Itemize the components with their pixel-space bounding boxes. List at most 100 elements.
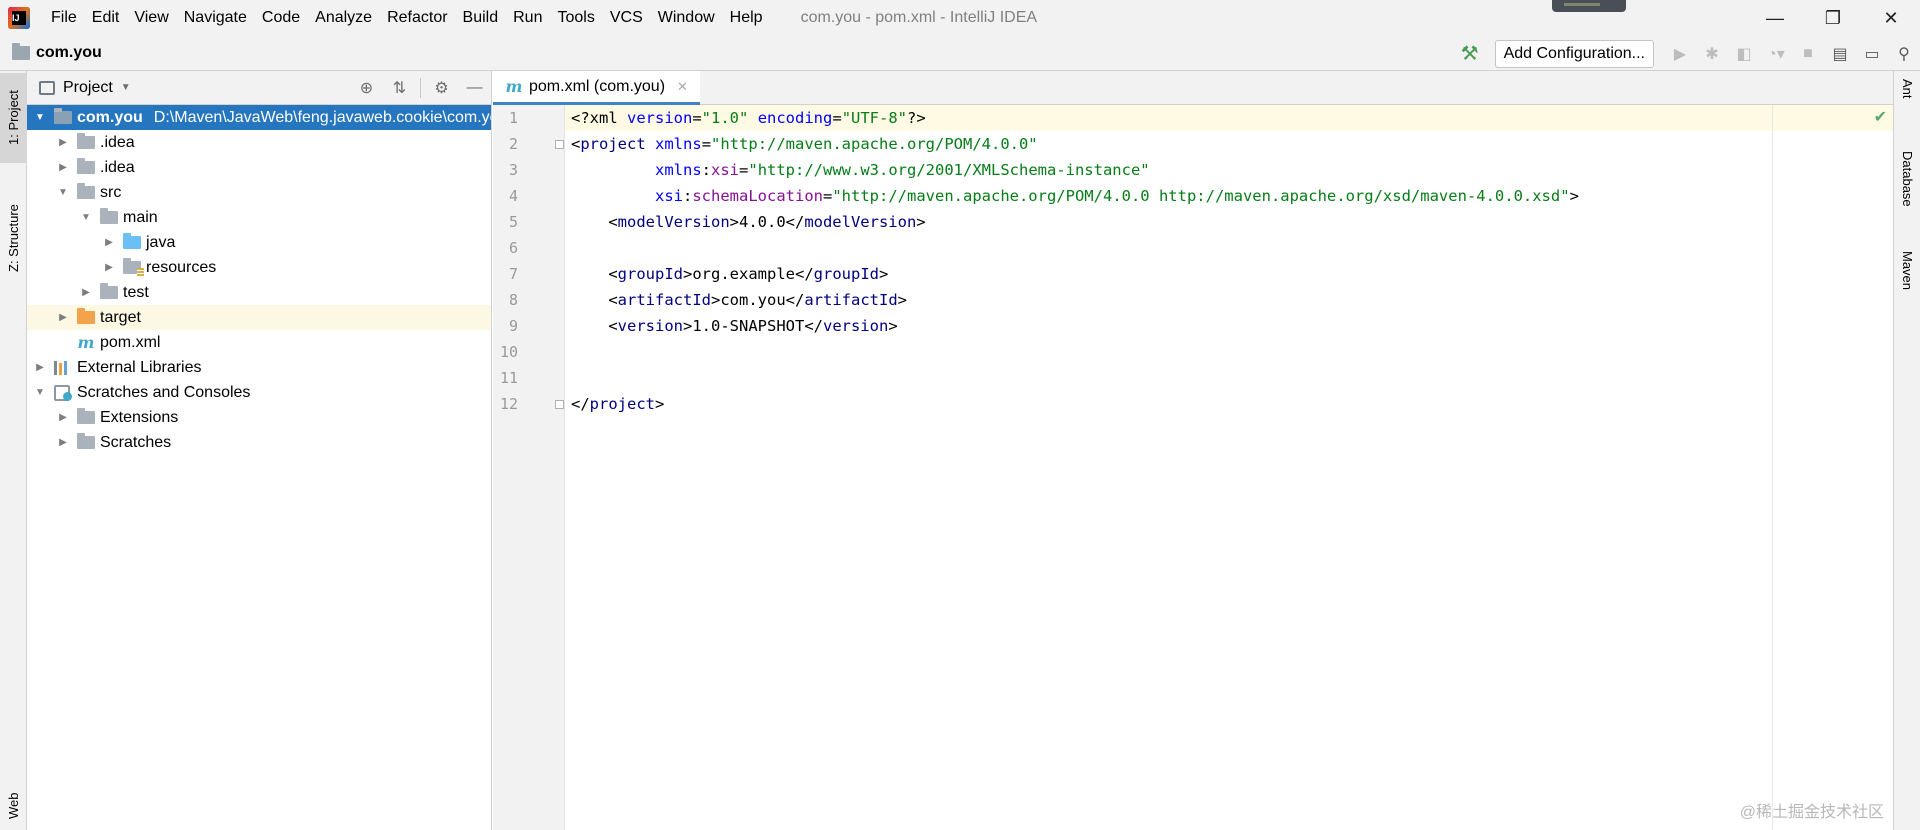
coverage-icon[interactable]: ◧	[1728, 40, 1760, 68]
chevron-right-icon[interactable]: ▶	[56, 411, 70, 425]
menu-vcs[interactable]: VCS	[603, 0, 651, 36]
code-editor[interactable]: 1 2 3 4 5 6 7 8 9 10 11 12 <?xml version="1.0" enco…	[493, 105, 1893, 830]
maven-file-icon: m	[77, 333, 95, 352]
profile-icon[interactable]: ◔▾	[1760, 40, 1792, 68]
tree-item-target[interactable]: ▶ target	[27, 305, 491, 330]
tool-tab-ant[interactable]: Ant	[1894, 79, 1920, 139]
tree-item-test[interactable]: ▶ test	[27, 280, 491, 305]
add-configuration-button[interactable]: Add Configuration...	[1494, 39, 1654, 68]
tree-item-label: src	[100, 183, 122, 201]
chevron-right-icon[interactable]: ▶	[102, 236, 116, 250]
code-line[interactable]: ​	[571, 339, 1579, 365]
line-number: 6	[508, 239, 518, 257]
search-icon[interactable]: ⚲	[1888, 40, 1920, 68]
tree-item-main[interactable]: ▼ main	[27, 205, 491, 230]
menu-file[interactable]: File	[44, 0, 85, 36]
tree-item-pom-xml[interactable]: m pom.xml	[27, 330, 491, 355]
menu-navigate[interactable]: Navigate	[177, 0, 255, 36]
gear-icon[interactable]: ⚙	[425, 71, 458, 105]
tree-item-idea[interactable]: ▶ .idea	[27, 130, 491, 155]
menu-build[interactable]: Build	[456, 0, 507, 36]
code-line[interactable]: xsi:schemaLocation="http://maven.apache.…	[571, 183, 1579, 209]
title-bar: IJ File Edit View Navigate Code Analyze Refact…	[0, 0, 1920, 36]
tool-tab-web[interactable]: Web	[0, 786, 27, 826]
chevron-right-icon[interactable]: ▶	[56, 136, 70, 150]
line-number: 9	[508, 317, 518, 335]
tree-item-label: java	[146, 233, 176, 251]
code-line[interactable]: <project xmlns="http://maven.apache.org/…	[571, 131, 1579, 157]
code-line[interactable]: <?xml version="1.0" encoding="UTF-8"?>	[571, 105, 1579, 131]
tool-tab-database[interactable]: Database	[1894, 151, 1920, 241]
chevron-right-icon[interactable]: ▶	[102, 261, 116, 275]
toolbar-separator	[420, 78, 421, 98]
folder-icon	[77, 408, 95, 424]
menu-refactor[interactable]: Refactor	[380, 0, 455, 36]
tree-item-idea[interactable]: ▶ .idea	[27, 155, 491, 180]
chevron-down-icon[interactable]: ▼	[79, 211, 93, 225]
menu-code[interactable]: Code	[255, 0, 308, 36]
tree-item-label: main	[123, 208, 158, 226]
chevron-down-icon[interactable]: ▼	[33, 111, 47, 125]
run-icon[interactable]: ▶	[1664, 40, 1696, 68]
breadcrumb-project[interactable]: com.you	[36, 44, 102, 62]
menu-window[interactable]: Window	[651, 0, 723, 36]
chevron-right-icon[interactable]: ▶	[56, 436, 70, 450]
code-line[interactable]: <modelVersion>4.0.0</modelVersion>	[571, 209, 1579, 235]
code-line[interactable]: <artifactId>com.you</artifactId>	[571, 287, 1579, 313]
editor-tab-pom[interactable]: m pom.xml (com.you) ✕	[493, 71, 700, 105]
tree-item-scratches-and-consoles[interactable]: ▼ Scratches and Consoles	[27, 380, 491, 405]
code-line[interactable]: ​	[571, 235, 1579, 261]
project-view-icon	[39, 80, 55, 95]
tree-item-scratches[interactable]: ▶ Scratches	[27, 430, 491, 455]
code-line[interactable]: <groupId>org.example</groupId>	[571, 261, 1579, 287]
libraries-icon	[54, 360, 72, 375]
tree-item-extensions[interactable]: ▶ Extensions	[27, 405, 491, 430]
project-panel-title[interactable]: Project	[63, 79, 113, 97]
chevron-down-icon[interactable]: ▼	[33, 386, 47, 400]
tree-item-com-you[interactable]: ▼ com.you D:\Maven\JavaWeb\feng.javaweb.co…	[27, 105, 491, 130]
chevron-right-icon[interactable]: ▶	[56, 161, 70, 175]
chevron-right-icon[interactable]: ▶	[79, 286, 93, 300]
fold-marker-icon[interactable]	[555, 140, 564, 149]
tool-tab-project[interactable]: 1: Project	[0, 73, 27, 163]
fold-marker-icon[interactable]	[555, 400, 564, 409]
close-button[interactable]: ✕	[1862, 0, 1920, 36]
line-number: 10	[499, 343, 518, 361]
debug-icon[interactable]: ✱	[1696, 40, 1728, 68]
build-hammer-icon[interactable]: ⚒	[1459, 43, 1481, 65]
hide-panel-icon[interactable]: —	[458, 71, 491, 105]
tree-item-src[interactable]: ▼ src	[27, 180, 491, 205]
line-number: 3	[508, 161, 518, 179]
chevron-right-icon[interactable]: ▶	[33, 361, 47, 375]
minimize-button[interactable]: —	[1746, 0, 1804, 36]
left-tool-strip: 1: Project Z: Structure Web	[0, 71, 27, 830]
editor-tab-bar: m pom.xml (com.you) ✕	[493, 71, 1893, 105]
terminal-window-icon[interactable]: ▭	[1856, 40, 1888, 68]
memory-indicator[interactable]	[1552, 0, 1626, 12]
chevron-down-icon[interactable]: ▼	[56, 186, 70, 200]
tree-item-resources[interactable]: ▶ resources	[27, 255, 491, 280]
menu-run[interactable]: Run	[506, 0, 550, 36]
menu-help[interactable]: Help	[723, 0, 771, 36]
collapse-all-icon[interactable]: ⇅	[383, 71, 416, 105]
code-line[interactable]: <version>1.0-SNAPSHOT</version>	[571, 313, 1579, 339]
locate-file-icon[interactable]: ⊕	[350, 71, 383, 105]
tree-item-java[interactable]: ▶ java	[27, 230, 491, 255]
code-line[interactable]: xmlns:xsi="http://www.w3.org/2001/XMLSch…	[571, 157, 1579, 183]
close-tab-icon[interactable]: ✕	[677, 79, 688, 95]
tool-tab-maven[interactable]: Maven	[1894, 251, 1920, 331]
code-line[interactable]: </project>	[571, 391, 1579, 417]
menu-analyze[interactable]: Analyze	[308, 0, 380, 36]
tool-tab-structure[interactable]: Z: Structure	[0, 183, 27, 293]
code-line[interactable]: ​	[571, 365, 1579, 391]
restore-button[interactable]: ❐	[1804, 0, 1862, 36]
chevron-down-icon[interactable]: ▼	[121, 82, 131, 93]
menu-tools[interactable]: Tools	[550, 0, 602, 36]
menu-edit[interactable]: Edit	[85, 0, 128, 36]
stop-icon[interactable]: ■	[1792, 40, 1824, 68]
menu-view[interactable]: View	[127, 0, 176, 36]
tree-item-external-libraries[interactable]: ▶ External Libraries	[27, 355, 491, 380]
chevron-right-icon[interactable]: ▶	[56, 311, 70, 325]
code-text[interactable]: <?xml version="1.0" encoding="UTF-8"?> <p…	[571, 105, 1579, 417]
project-structure-icon[interactable]: ▤	[1824, 40, 1856, 68]
